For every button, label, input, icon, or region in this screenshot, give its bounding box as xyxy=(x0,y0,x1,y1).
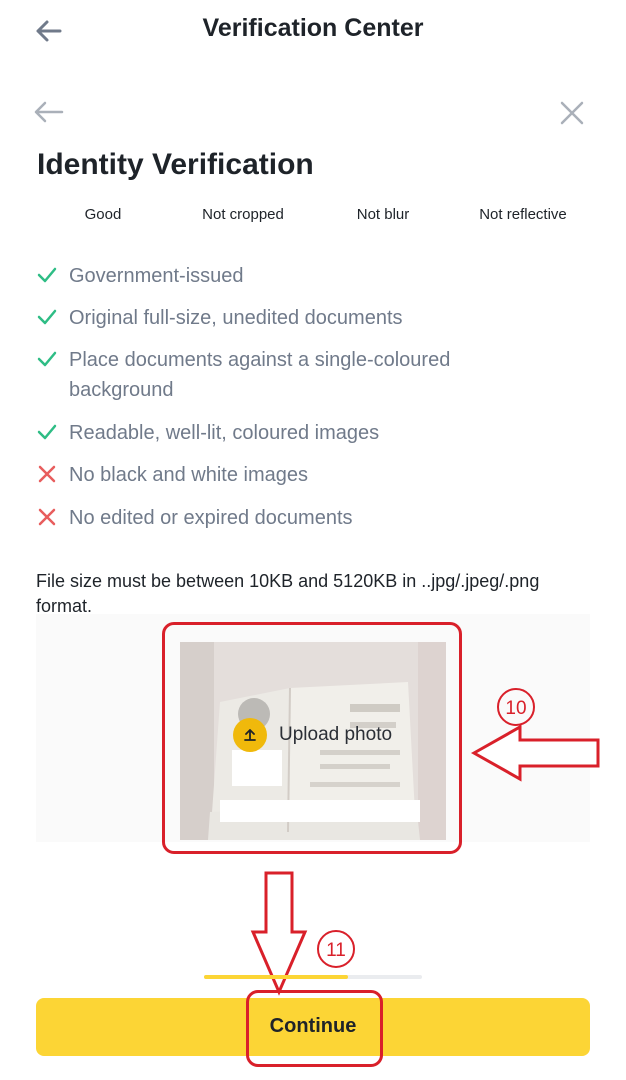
step-number-badge: 11 xyxy=(316,929,356,969)
step-10-number: 10 xyxy=(505,698,526,719)
annotation-arrow-left xyxy=(470,724,602,782)
back-arrow-icon[interactable] xyxy=(30,96,70,128)
tip-label: Not blur xyxy=(356,206,410,223)
requirement-text: No edited or expired documents xyxy=(69,507,353,529)
requirement-text: Place documents against a single-coloure… xyxy=(69,349,451,401)
requirement-item: Place documents against a single-coloure… xyxy=(36,345,509,405)
close-icon[interactable] xyxy=(555,96,589,130)
tip-label: Good xyxy=(84,206,122,223)
progress-bar-fill xyxy=(204,975,348,979)
tip-label: Not reflective xyxy=(479,206,567,223)
tip-label: Not cropped xyxy=(202,206,284,223)
step-11-number: 11 xyxy=(326,940,346,961)
requirement-item: Readable, well-lit, coloured images xyxy=(36,418,509,449)
requirement-text: Readable, well-lit, coloured images xyxy=(69,422,380,444)
page-title: Identity Verification xyxy=(37,148,314,181)
upload-highlight-box xyxy=(162,622,462,854)
header-title: Verification Center xyxy=(202,14,424,42)
check-icon xyxy=(36,418,69,449)
requirement-item: No edited or expired documents xyxy=(36,503,509,534)
requirement-item: No black and white images xyxy=(36,460,509,491)
cross-icon xyxy=(36,460,69,491)
check-icon xyxy=(36,303,69,334)
requirement-item: Government-issued xyxy=(36,261,509,292)
requirement-text: No black and white images xyxy=(69,464,309,486)
step-number-badge: 10 xyxy=(496,687,536,727)
continue-highlight-box xyxy=(246,990,383,1067)
check-icon xyxy=(36,261,69,292)
progress-bar xyxy=(204,975,422,979)
requirement-text: Original full-size, unedited documents xyxy=(69,307,403,329)
cross-icon xyxy=(36,503,69,534)
file-size-note: File size must be between 10KB and 5120K… xyxy=(36,571,540,616)
check-icon xyxy=(36,345,69,405)
requirement-item: Original full-size, unedited documents xyxy=(36,303,509,334)
requirement-text: Government-issued xyxy=(69,265,244,287)
